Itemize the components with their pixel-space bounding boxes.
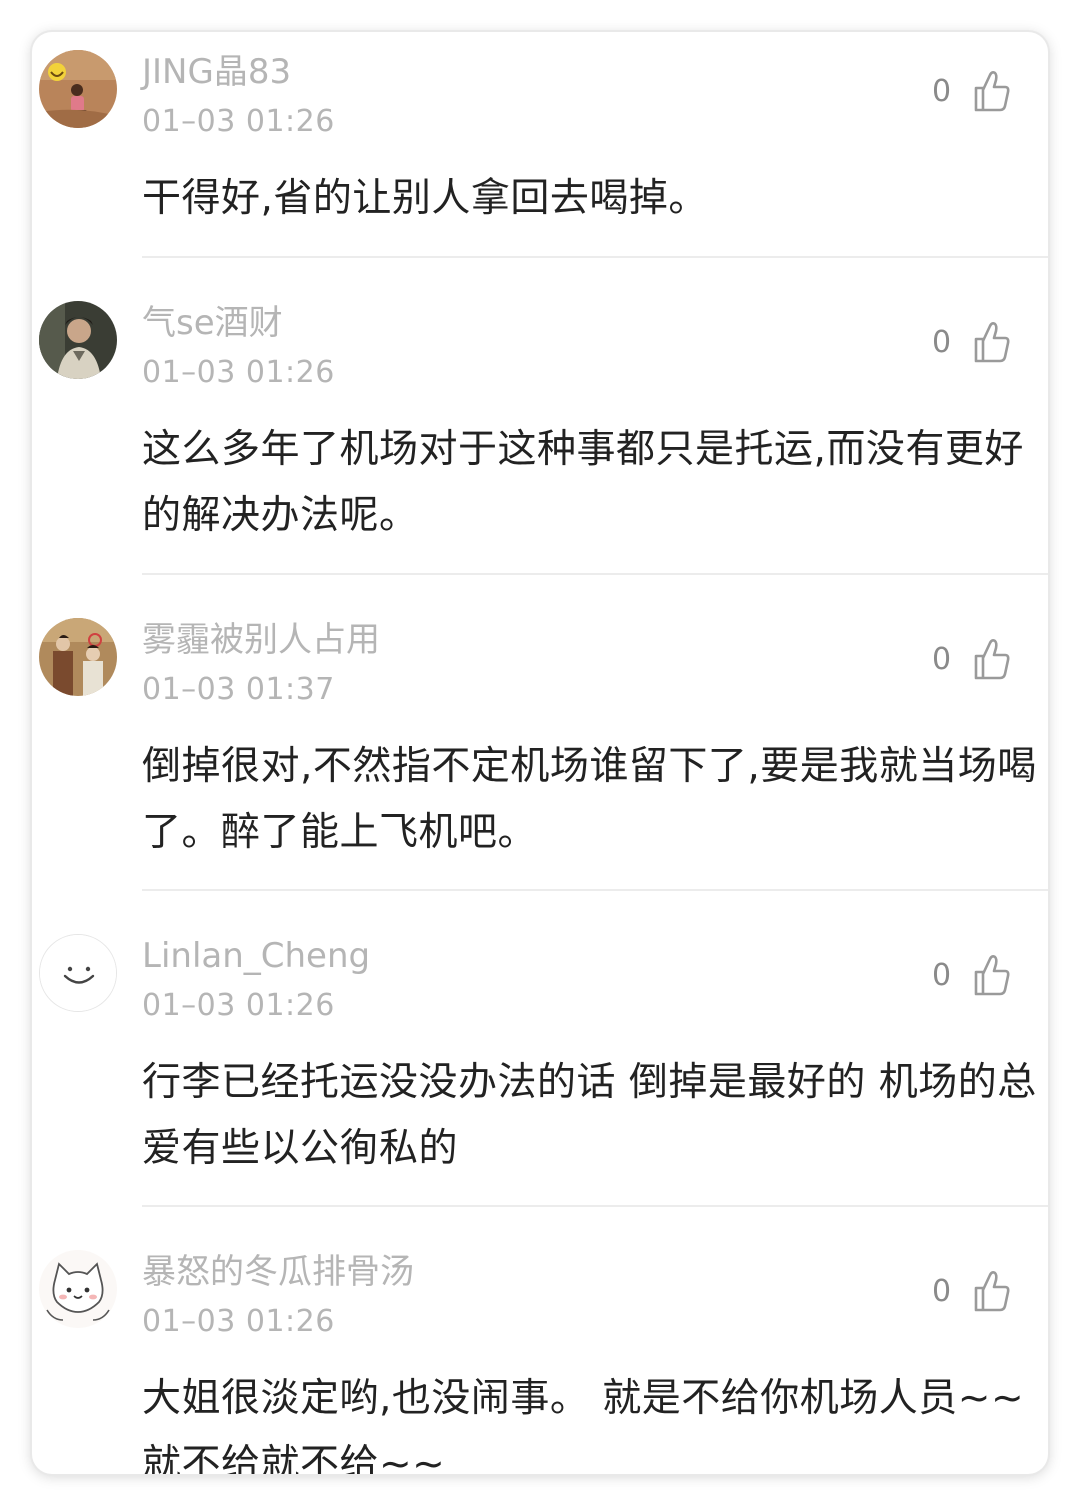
comment-time: 01–03 01:26 bbox=[142, 1304, 335, 1339]
like-button[interactable]: 0 bbox=[932, 950, 1022, 1000]
comment-time: 01–03 01:26 bbox=[142, 988, 335, 1023]
like-count: 0 bbox=[932, 957, 952, 993]
photo-avatar-couple-drama-icon bbox=[39, 618, 117, 696]
username[interactable]: JING晶83 bbox=[142, 50, 291, 94]
thumbs-up-icon[interactable] bbox=[972, 69, 1012, 113]
smile-default-avatar-icon bbox=[40, 935, 116, 1011]
like-button[interactable]: 0 bbox=[932, 1266, 1022, 1316]
divider bbox=[142, 1205, 1048, 1207]
cartoon-cat-avatar-icon bbox=[39, 1250, 117, 1328]
divider bbox=[142, 573, 1048, 575]
photo-avatar-man-portrait-icon bbox=[39, 301, 117, 379]
thumbs-up-icon[interactable] bbox=[972, 320, 1012, 364]
comment-text: 大姐很淡定哟,也没闹事。 就是不给你机场人员~~就不给就不给~~ bbox=[142, 1376, 1025, 1474]
username[interactable]: 气se酒财 bbox=[142, 301, 283, 345]
divider bbox=[142, 256, 1048, 258]
photo-avatar-child-desert-icon bbox=[39, 50, 117, 128]
comment-text: 行李已经托运没没办法的话 倒掉是最好的 机场的总爱有些以公徇私的 bbox=[142, 1060, 1037, 1171]
like-button[interactable]: 0 bbox=[932, 634, 1022, 684]
thumbs-up-icon[interactable] bbox=[972, 637, 1012, 681]
comment-text: 这么多年了机场对于这种事都只是托运,而没有更好的解决办法呢。 bbox=[142, 427, 1024, 538]
like-button[interactable]: 0 bbox=[932, 66, 1022, 116]
comment-time: 01–03 01:26 bbox=[142, 355, 335, 390]
like-count: 0 bbox=[932, 324, 952, 360]
username[interactable]: 雾霾被别人占用 bbox=[142, 618, 380, 662]
like-count: 0 bbox=[932, 641, 952, 677]
comment-time: 01–03 01:37 bbox=[142, 672, 335, 707]
comment-text: 干得好,省的让别人拿回去喝掉。 bbox=[142, 176, 708, 221]
user-avatar[interactable] bbox=[39, 1250, 117, 1328]
user-avatar[interactable] bbox=[39, 50, 117, 128]
like-count: 0 bbox=[932, 73, 952, 109]
like-button[interactable]: 0 bbox=[932, 317, 1022, 367]
username[interactable]: 暴怒的冬瓜排骨汤 bbox=[142, 1250, 414, 1294]
user-avatar[interactable] bbox=[39, 301, 117, 379]
user-avatar[interactable] bbox=[39, 618, 117, 696]
username[interactable]: Linlan_Cheng bbox=[142, 934, 370, 978]
thumbs-up-icon[interactable] bbox=[972, 1269, 1012, 1313]
comment-time: 01–03 01:26 bbox=[142, 104, 335, 139]
comment-text: 倒掉很对,不然指不定机场谁留下了,要是我就当场喝了。醉了能上飞机吧。 bbox=[142, 744, 1037, 855]
user-avatar[interactable] bbox=[39, 934, 117, 1012]
thumbs-up-icon[interactable] bbox=[972, 953, 1012, 997]
comment-list: JING晶83 01–03 01:26 0 干得好,省的让别人拿回去喝掉。 气s… bbox=[32, 32, 1048, 1474]
like-count: 0 bbox=[932, 1273, 952, 1309]
divider bbox=[142, 889, 1048, 891]
